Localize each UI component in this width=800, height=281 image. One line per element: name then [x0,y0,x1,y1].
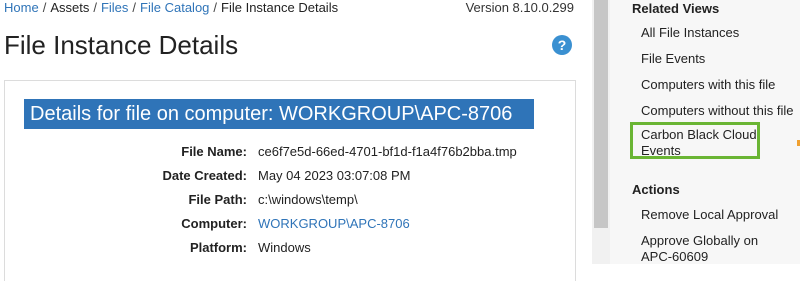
sidebar-item-all-file-instances[interactable]: All File Instances [641,25,739,41]
breadcrumb: Home / Assets / Files / File Catalog / File Inst… [4,0,338,16]
field-row-file-path: File Path: c:\windows\temp\ [5,191,575,209]
field-value: May 04 2023 03:07:08 PM [258,168,411,183]
breadcrumb-home[interactable]: Home [4,0,39,15]
field-value: ce6f7e5d-66ed-4701-bf1d-f1a4f76b2bba.tmp [258,144,517,159]
field-value: Windows [258,240,311,255]
field-label: Date Created: [162,168,247,183]
breadcrumb-current: File Instance Details [221,0,339,15]
sidebar-item-file-events[interactable]: File Events [641,51,705,67]
related-views-heading: Related Views [632,1,720,16]
breadcrumb-separator: / [42,0,47,15]
field-row-file-name: File Name: ce6f7e5d-66ed-4701-bf1d-f1a4f… [5,143,575,161]
field-label: Computer: [181,216,247,231]
help-icon[interactable]: ? [552,35,572,55]
breadcrumb-assets: Assets [50,0,90,15]
breadcrumb-separator: / [213,0,218,15]
main-content: Home / Assets / Files / File Catalog / File Inst… [0,0,592,281]
breadcrumb-separator: / [93,0,97,15]
field-row-platform: Platform: Windows [5,239,575,257]
breadcrumb-separator: / [132,0,137,15]
page-title: File Instance Details [4,30,239,60]
breadcrumb-files[interactable]: Files [101,0,128,15]
details-panel: Details for file on computer: WORKGROUP\… [4,80,576,281]
field-row-date-created: Date Created: May 04 2023 03:07:08 PM [5,167,575,185]
field-label: Platform: [189,240,247,255]
sidebar-item-computers-without-file[interactable]: Computers without this file [641,103,793,119]
breadcrumb-file-catalog[interactable]: File Catalog [140,0,209,15]
version-label: Version 8.10.0.299 [465,0,574,15]
scrollbar-thumb[interactable] [594,0,608,228]
sidebar: Related Views All File Instances File Ev… [610,0,800,264]
details-header: Details for file on computer: WORKGROUP\… [24,99,534,129]
computer-link[interactable]: WORKGROUP\APC-8706 [258,215,410,233]
field-label: File Path: [188,192,247,207]
field-value: c:\windows\temp\ [258,192,358,207]
action-approve-globally[interactable]: Approve Globally on APC-60609 [641,233,791,265]
action-remove-local-approval[interactable]: Remove Local Approval [641,207,778,223]
field-label: File Name: [181,144,247,159]
field-row-computer: Computer: WORKGROUP\APC-8706 [5,215,575,233]
actions-heading: Actions [632,182,680,197]
sidebar-item-computers-with-file[interactable]: Computers with this file [641,77,775,93]
sidebar-item-carbon-black-cloud-events[interactable]: Carbon Black Cloud Events [641,127,759,159]
scrollbar[interactable] [592,0,610,264]
